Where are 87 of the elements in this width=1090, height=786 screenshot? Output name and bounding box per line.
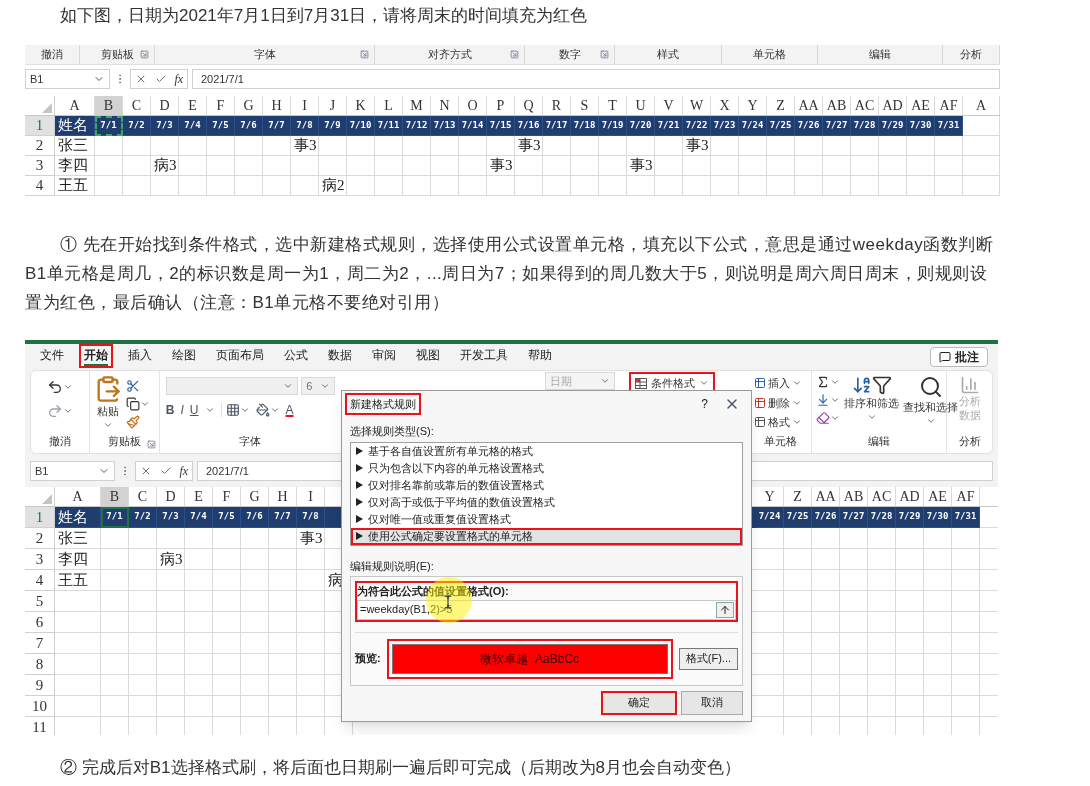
- table-cell: 7/31: [952, 507, 980, 528]
- table-cell: 7/26: [795, 116, 823, 136]
- table-cell: 7/30: [924, 507, 952, 528]
- group-label: 字体: [253, 47, 276, 63]
- table-cell: 张三: [55, 528, 101, 549]
- table-cell: 7/7: [263, 116, 291, 136]
- field-label: 预览:: [355, 651, 381, 667]
- table-cell: 姓名: [55, 507, 101, 528]
- table-cell: 7/29: [879, 116, 907, 136]
- group-label: 撤消: [48, 433, 73, 449]
- table-cell: 7/1: [101, 507, 129, 528]
- table-cell: 7/6: [235, 116, 263, 136]
- table-cell: 王五: [55, 176, 95, 196]
- group-label: 编辑: [869, 47, 891, 63]
- table-cell: 7/4: [185, 507, 213, 528]
- table-cell: 7/15: [487, 116, 515, 136]
- table-cell: 7/1: [95, 116, 123, 136]
- group-label: 剪贴板: [100, 47, 134, 63]
- format-preview: 微软卓越 AaBbCc: [391, 643, 668, 674]
- group-label: 样式: [657, 47, 679, 63]
- group-label: 分析: [957, 433, 982, 449]
- table-cell: 7/27: [823, 116, 851, 136]
- table-cell: 7/6: [241, 507, 269, 528]
- table-cell: 7/29: [896, 507, 924, 528]
- table-cell: 7/4: [179, 116, 207, 136]
- table-cell: 7/11: [375, 116, 403, 136]
- table-cell: 7/3: [157, 507, 185, 528]
- table-cell: 7/21: [655, 116, 683, 136]
- group-label: 对齐方式: [427, 47, 472, 63]
- table-cell: 7/8: [291, 116, 319, 136]
- group-label: 单元格: [753, 47, 786, 63]
- table-cell: 事3: [683, 136, 711, 156]
- table-cell: 7/17: [543, 116, 571, 136]
- table-cell: 7/25: [784, 507, 812, 528]
- field-label: 选择规则类型(S):: [350, 424, 435, 439]
- table-cell: 李四: [55, 156, 95, 176]
- group-label: 字体: [238, 433, 263, 449]
- table-cell: 病3: [151, 156, 179, 176]
- table-cell: 7/8: [297, 507, 325, 528]
- table-cell: 7/22: [683, 116, 711, 136]
- table-cell: 张三: [55, 136, 95, 156]
- paragraph: ② 完成后对B1选择格式刷，将后面也日期刷一遍后即可完成（后期改为8月也会自动变色）: [59, 757, 742, 779]
- group-label: 分析: [960, 47, 982, 63]
- table-cell: 7/28: [868, 507, 896, 528]
- table-cell: 李四: [55, 549, 101, 570]
- table-cell: 7/16: [515, 116, 543, 136]
- table-cell: 7/2: [123, 116, 151, 136]
- table-cell: 病2: [319, 176, 347, 196]
- table-cell: 病3: [157, 549, 185, 570]
- dialog-title: 新建格式规则: [345, 392, 421, 416]
- table-cell: 7/24: [739, 116, 767, 136]
- table-cell: 7/24: [756, 507, 784, 528]
- table-cell: 7/23: [711, 116, 739, 136]
- field-label: 编辑规则说明(E):: [350, 558, 435, 574]
- group-label: 编辑: [867, 433, 892, 449]
- table-cell: 7/5: [207, 116, 235, 136]
- group-label: 单元格: [763, 433, 799, 449]
- table-cell: 7/25: [767, 116, 795, 136]
- table-cell: 事3: [291, 136, 319, 156]
- table-cell: 7/12: [403, 116, 431, 136]
- table-cell: 7/14: [459, 116, 487, 136]
- table-cell: 7/13: [431, 116, 459, 136]
- table-cell: 7/28: [851, 116, 879, 136]
- table-cell: 7/18: [571, 116, 599, 136]
- table-cell: 7/26: [812, 507, 840, 528]
- table-cell: 7/9: [319, 116, 347, 136]
- table-cell: 7/7: [269, 507, 297, 528]
- group-label: 数字: [558, 47, 581, 63]
- table-cell: 7/20: [627, 116, 655, 136]
- table-cell: 7/19: [599, 116, 627, 136]
- table-cell: 7/2: [129, 507, 157, 528]
- table-cell: 7/31: [935, 116, 963, 136]
- paragraph: 如下图，日期为2021年7月1日到7月31日，请将周末的时间填充为红色: [59, 5, 589, 27]
- table-cell: 7/5: [213, 507, 241, 528]
- group-label: 撤消: [41, 47, 63, 63]
- table-cell: 姓名: [55, 116, 95, 136]
- table-cell: 事3: [627, 156, 655, 176]
- group-label: 剪贴板: [108, 433, 142, 449]
- table-cell: 7/10: [347, 116, 375, 136]
- table-cell: 事3: [515, 136, 543, 156]
- table-cell: 事3: [487, 156, 515, 176]
- table-cell: 7/3: [151, 116, 179, 136]
- paragraph: ① 先在开始找到条件格式，选中新建格式规则，选择使用公式设置单元格，填充以下公式，意思是通过weekday函数判断B1单元格是周几，2的标识数是周一为1，周二为2，...周日为7；如果得到的周几数大于5，则说明是周六周日周末，则规则设置为红色，最后确认（注意：B1单元格不要绝对引用）: [25, 234, 995, 314]
- table-cell: 王五: [55, 570, 101, 591]
- table-cell: 7/30: [907, 116, 935, 136]
- table-cell: 事3: [297, 528, 325, 549]
- table-cell: 7/27: [840, 507, 868, 528]
